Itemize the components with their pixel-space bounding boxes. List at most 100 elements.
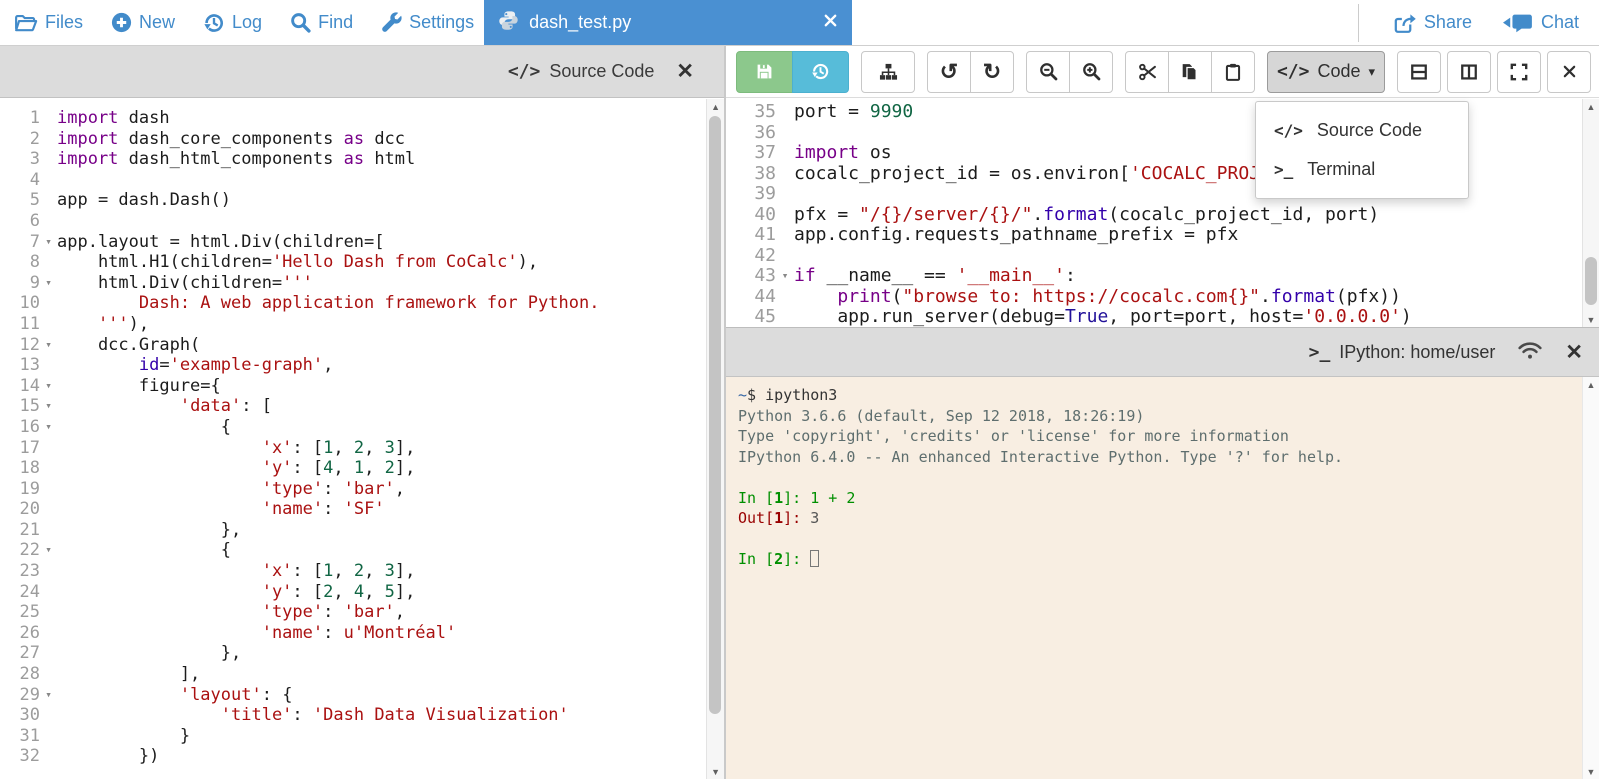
save-button[interactable] (736, 50, 793, 93)
main-split: </> Source Code ✕ 1 import dash 2 import da… (0, 46, 1599, 779)
left-pane-header: </> Source Code ✕ (0, 46, 725, 98)
nav-log-label: Log (232, 12, 263, 32)
terminal-scrollbar[interactable]: ▲ ▼ (1582, 377, 1599, 779)
fullscreen-button[interactable] (1497, 50, 1541, 93)
left-code-editor[interactable]: 1 import dash 2 import dash_core_components… (0, 99, 706, 779)
undo-redo-group: ↺ ↻ (927, 50, 1014, 93)
zoom-group (1026, 50, 1113, 93)
nav-new-button[interactable]: New (111, 12, 175, 33)
share-button[interactable]: Share (1393, 12, 1472, 33)
nav-find-button[interactable]: Find (290, 12, 353, 33)
zoom-out-icon (1039, 62, 1058, 81)
code-line: 1 import dash (29, 108, 170, 128)
close-icon (1562, 64, 1577, 79)
zoom-in-icon (1082, 62, 1101, 81)
code-line: 2 import dash_core_components as dcc (29, 128, 406, 149)
paste-button[interactable] (1211, 50, 1255, 93)
terminal-cursor (810, 550, 820, 567)
undo-button[interactable]: ↺ (927, 50, 971, 93)
nav-files-label: Files (45, 12, 84, 32)
nav-files-button[interactable]: Files (14, 12, 83, 33)
scroll-up-icon[interactable]: ▲ (707, 99, 724, 114)
close-frame-button[interactable] (1547, 50, 1591, 93)
terminal-header: >_ IPython: home/user ✕ (726, 327, 1599, 377)
sitemap-button[interactable] (861, 50, 915, 93)
share-label: Share (1423, 12, 1472, 32)
scroll-up-icon[interactable]: ▲ (1583, 99, 1599, 114)
scroll-down-icon[interactable]: ▼ (707, 764, 724, 779)
code-line: 4 (29, 169, 40, 190)
wrench-icon (381, 12, 402, 33)
tab-close-icon[interactable] (823, 12, 838, 33)
dropdown-terminal-label: Terminal (1307, 159, 1376, 179)
nav-settings-label: Settings (409, 12, 475, 32)
redo-icon: ↻ (982, 58, 1002, 84)
chat-button[interactable]: Chat (1502, 12, 1579, 33)
code-line: 3 import dash_html_components as html (29, 149, 416, 170)
terminal-output[interactable]: ~$ ipython3 Python 3.6.6 (default, Sep 12… (726, 377, 1582, 779)
left-pane-close-icon[interactable]: ✕ (676, 61, 694, 82)
code-line: 42 (754, 244, 776, 266)
redo-button[interactable]: ↻ (970, 50, 1014, 93)
terminal-line: Type 'copyright', 'credits' or 'license'… (738, 427, 1289, 445)
nav-settings-button[interactable]: Settings (381, 12, 474, 33)
code-icon: </> (1276, 61, 1310, 82)
dropdown-source-code-label: Source Code (1316, 120, 1422, 140)
save-timetravel-group (736, 50, 849, 93)
chevron-down-icon: ▾ (1368, 63, 1376, 79)
timetravel-history-icon (811, 62, 830, 81)
project-nav: Files New Log Find Settings (0, 0, 474, 45)
tab-dash-test-py[interactable]: dash_test.py (484, 0, 853, 45)
code-line: 5 app = dash.Dash() (29, 190, 231, 211)
tab-filename: dash_test.py (529, 12, 632, 32)
scroll-down-icon[interactable]: ▼ (1583, 312, 1599, 327)
copy-button[interactable] (1168, 50, 1212, 93)
frame-type-code-button[interactable]: </> Code ▾ (1267, 50, 1385, 93)
left-pane-title: </> Source Code (508, 61, 655, 82)
code-line: 15 ▾ 'data': [ (19, 396, 272, 417)
search-icon (290, 12, 311, 33)
wifi-connection-icon (1517, 339, 1543, 365)
code-line: 13 id='example-graph', (19, 355, 334, 376)
split-vertical-button[interactable] (1447, 50, 1491, 93)
left-pane-title-label: Source Code (549, 61, 655, 81)
code-line: 41 app.config.requests_pathname_prefix = … (754, 224, 1239, 245)
project-top-bar: Files New Log Find Settings dash_test.py (0, 0, 1599, 46)
code-line: 28 ], (19, 664, 201, 685)
split-vertical-icon (1460, 63, 1478, 81)
nav-new-label: New (139, 12, 176, 32)
terminal-line: IPython 6.4.0 -- An enhanced Interactive… (738, 447, 1344, 466)
code-icon: </> (507, 61, 541, 82)
zoom-in-button[interactable] (1069, 50, 1113, 93)
scroll-down-icon[interactable]: ▼ (1583, 764, 1599, 779)
left-editor-scrollbar[interactable]: ▲ ▼ (706, 99, 725, 779)
right-editor-scrollbar[interactable]: ▲ ▼ (1582, 99, 1599, 327)
python-icon (498, 10, 519, 36)
right-editor-pane: ↺ ↻ </> Code ▾ 35 port = 9990 36 37 impo… (726, 46, 1599, 779)
terminal-icon: >_ (1274, 160, 1294, 179)
terminal-title-label: IPython: home/user (1339, 341, 1496, 362)
zoom-out-button[interactable] (1026, 50, 1070, 93)
terminal-close-icon[interactable]: ✕ (1565, 342, 1583, 363)
timetravel-button[interactable] (792, 50, 849, 93)
dropdown-item-source-code[interactable]: </> Source Code (1256, 111, 1468, 150)
code-line: 7 ▾ app.layout = html.Div(children=[ (29, 231, 385, 252)
terminal-line: Out[1]: 3 (738, 509, 820, 527)
dropdown-item-terminal[interactable]: >_ Terminal (1256, 150, 1468, 189)
expand-icon (1510, 63, 1528, 81)
left-editor-pane: </> Source Code ✕ 1 import dash 2 import da… (0, 46, 725, 779)
code-line: 30 'title': 'Dash Data Visualization' (19, 705, 569, 726)
code-line: 6 (29, 210, 40, 231)
scrollbar-thumb[interactable] (709, 116, 722, 714)
terminal-line: In [1]: 1 + 2 (738, 488, 856, 507)
scroll-up-icon[interactable]: ▲ (1583, 377, 1599, 392)
history-icon (203, 12, 225, 34)
code-line: 8 html.H1(children='Hello Dash from CoCa… (29, 252, 539, 273)
nav-log-button[interactable]: Log (203, 12, 262, 34)
cut-button[interactable] (1125, 50, 1169, 93)
split-horizontal-button[interactable] (1397, 50, 1441, 93)
code-line: 27 }, (19, 643, 242, 664)
scrollbar-thumb[interactable] (1585, 257, 1597, 305)
terminal-title: >_ IPython: home/user (1309, 342, 1496, 363)
code-line: 10 Dash: A web application framework for… (19, 293, 600, 314)
